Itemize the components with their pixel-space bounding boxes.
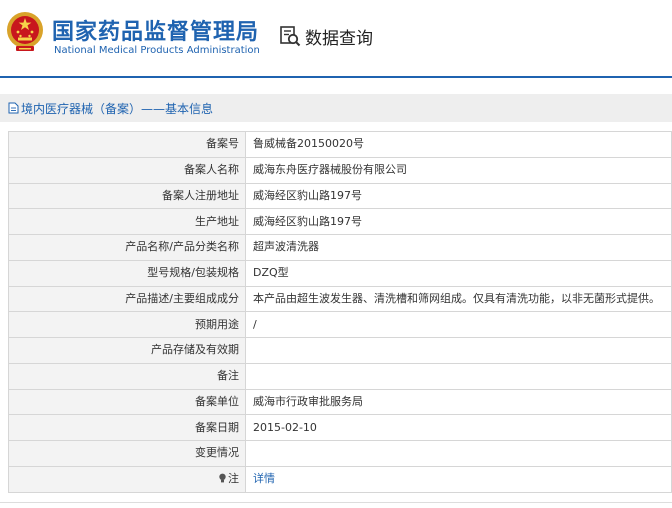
row-value: 威海经区豹山路197号	[245, 182, 672, 210]
row-value: 本产品由超生波发生器、清洗槽和筛网组成。仅具有清洗功能，以非无菌形式提供。	[245, 285, 672, 313]
table-row: 备案单位 威海市行政审批服务局	[8, 388, 672, 416]
row-label: 产品存储及有效期	[8, 337, 246, 364]
table-row: 产品名称/产品分类名称 超声波清洗器	[8, 234, 672, 261]
data-search-link[interactable]: 数据查询	[279, 23, 373, 49]
table-row: 生产地址 威海经区豹山路197号	[8, 208, 672, 235]
document-icon	[8, 102, 19, 114]
row-value: /	[245, 311, 672, 338]
table-row: 注 详情	[8, 465, 672, 493]
table-row: 备案人名称 威海东舟医疗器械股份有限公司	[8, 156, 672, 184]
row-label: 注	[228, 472, 239, 486]
row-value: 威海东舟医疗器械股份有限公司	[245, 156, 672, 184]
row-value: 鲁威械备20150020号	[245, 131, 672, 158]
table-row: 备注	[8, 362, 672, 390]
row-value: 威海市行政审批服务局	[245, 388, 672, 416]
data-search-icon	[280, 26, 301, 47]
row-label: 备案人名称	[8, 156, 246, 184]
breadcrumb-text: 境内医疗器械（备案）——基本信息	[21, 101, 214, 116]
row-label: 型号规格/包装规格	[8, 259, 246, 287]
lightbulb-icon	[219, 473, 226, 483]
table-row: 变更情况	[8, 440, 672, 467]
row-label: 生产地址	[8, 208, 246, 235]
details-link[interactable]: 详情	[245, 465, 672, 493]
agency-name-en: National Medical Products Administration	[54, 45, 260, 56]
national-emblem-icon	[7, 12, 43, 51]
row-label: 产品描述/主要组成成分	[8, 285, 246, 313]
row-label: 产品名称/产品分类名称	[8, 234, 246, 261]
record-detail-table: 备案号 鲁威械备20150020号 备案人名称 威海东舟医疗器械股份有限公司 备…	[8, 131, 672, 493]
table-row: 型号规格/包装规格 DZQ型	[8, 259, 672, 287]
header-divider	[0, 76, 672, 78]
row-value: DZQ型	[245, 259, 672, 287]
agency-name-cn: 国家药品监督管理局	[52, 20, 260, 45]
row-value: 2015-02-10	[245, 414, 672, 441]
search-title: 数据查询	[305, 28, 373, 49]
table-row: 备案人注册地址 威海经区豹山路197号	[8, 182, 672, 210]
row-label: 变更情况	[8, 440, 246, 467]
note-label-cell: 注	[8, 465, 246, 493]
footer-divider	[0, 502, 672, 503]
breadcrumb: 境内医疗器械（备案）——基本信息	[0, 94, 672, 122]
row-label: 备案日期	[8, 414, 246, 441]
row-value	[245, 362, 672, 390]
row-value: 威海经区豹山路197号	[245, 208, 672, 235]
table-row: 产品描述/主要组成成分 本产品由超生波发生器、清洗槽和筛网组成。仅具有清洗功能，…	[8, 285, 672, 313]
table-row: 备案日期 2015-02-10	[8, 414, 672, 441]
table-row: 预期用途 /	[8, 311, 672, 338]
row-label: 备案人注册地址	[8, 182, 246, 210]
row-label: 备案单位	[8, 388, 246, 416]
table-row: 备案号 鲁威械备20150020号	[8, 131, 672, 158]
row-value	[245, 337, 672, 364]
site-header: 国家药品监督管理局 National Medical Products Admi…	[0, 0, 672, 78]
row-label: 备案号	[8, 131, 246, 158]
row-value	[245, 440, 672, 467]
row-label: 备注	[8, 362, 246, 390]
row-label: 预期用途	[8, 311, 246, 338]
table-row: 产品存储及有效期	[8, 337, 672, 364]
row-value: 超声波清洗器	[245, 234, 672, 261]
